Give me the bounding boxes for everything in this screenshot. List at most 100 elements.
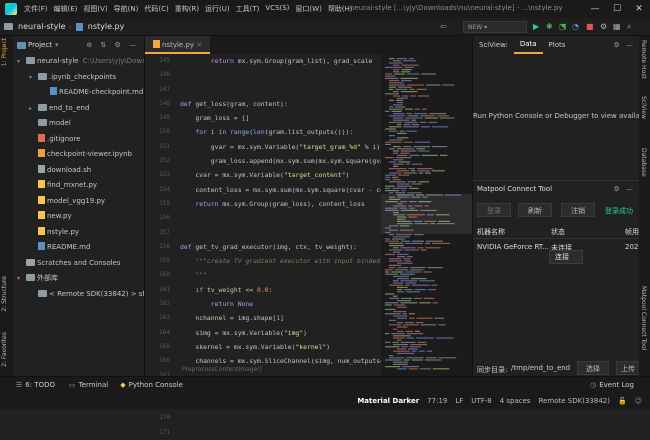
tool-tab-database[interactable]: Database bbox=[640, 148, 647, 177]
minimap-viewport[interactable] bbox=[381, 194, 473, 234]
close-icon[interactable]: ✕ bbox=[628, 0, 650, 18]
settings-icon[interactable]: ⚙ bbox=[600, 21, 607, 33]
line-number: 162 bbox=[159, 300, 170, 308]
indent-setting[interactable]: 4 spaces bbox=[496, 397, 535, 405]
minimap-line bbox=[425, 247, 441, 249]
stop-icon[interactable]: ■ bbox=[586, 21, 594, 33]
panel-settings-icon[interactable]: ⚙ — bbox=[613, 185, 635, 193]
line-number: 165 bbox=[159, 342, 170, 350]
minimap-line bbox=[431, 170, 445, 172]
tree-item[interactable]: README.md bbox=[13, 240, 144, 256]
tree-item[interactable]: ▾ 外部库 bbox=[13, 271, 144, 287]
menu-item[interactable]: VCS(S) bbox=[262, 4, 292, 14]
minimap-line bbox=[385, 238, 390, 240]
menu-item[interactable]: 文件(F) bbox=[21, 4, 51, 14]
tool-tab-terminal[interactable]: Terminal bbox=[79, 381, 109, 389]
notifications-icon[interactable]: ☺ bbox=[631, 397, 650, 405]
tree-item[interactable]: new.py bbox=[13, 209, 144, 225]
connect-context-menu-item[interactable]: 连接 bbox=[549, 250, 583, 264]
window-title: neural-style [...\yjy\Downloads\nu\neura… bbox=[350, 4, 563, 12]
close-tab-icon[interactable]: × bbox=[196, 41, 202, 49]
tree-item[interactable]: download.sh bbox=[13, 163, 144, 179]
sync-dir-field[interactable]: /tmp/end_to_end bbox=[509, 362, 574, 375]
minimap-line bbox=[414, 108, 420, 110]
minimap[interactable] bbox=[381, 54, 473, 376]
run-icon[interactable]: ▶ bbox=[533, 21, 539, 33]
minimize-icon[interactable]: — bbox=[584, 0, 606, 18]
layout-icon[interactable]: ▦ bbox=[613, 21, 621, 33]
maximize-icon[interactable]: ☐ bbox=[606, 0, 628, 18]
minimap-line bbox=[409, 154, 420, 156]
menu-item[interactable]: 重构(R) bbox=[172, 4, 202, 14]
menu-item[interactable]: 视图(V) bbox=[80, 4, 110, 14]
tool-tab-project[interactable]: 1: Project bbox=[1, 38, 8, 66]
tab-plots[interactable]: Plots bbox=[543, 41, 572, 49]
select-button[interactable]: 选择 bbox=[577, 361, 609, 375]
tool-tab-structure[interactable]: 2: Structure bbox=[1, 276, 8, 312]
tree-item[interactable]: Scratches and Consoles bbox=[13, 256, 144, 272]
file-encoding[interactable]: UTF-8 bbox=[467, 397, 495, 405]
minimap-line bbox=[401, 69, 412, 71]
chevron-down-icon[interactable]: ▾ bbox=[17, 271, 26, 287]
breadcrumb-file[interactable]: nstyle.py bbox=[85, 22, 128, 31]
tree-item[interactable]: checkpoint-viewer.ipynb bbox=[13, 147, 144, 163]
cursor-position[interactable]: 77:19 bbox=[423, 397, 451, 405]
minimap-line bbox=[397, 300, 411, 302]
tree-item[interactable]: model_vgg19.py bbox=[13, 194, 144, 210]
run-configuration-select[interactable]: NEW ▾ bbox=[463, 21, 527, 33]
tree-item[interactable]: .gitignore bbox=[13, 132, 144, 148]
menu-item[interactable]: 运行(U) bbox=[202, 4, 233, 14]
project-panel-title[interactable]: Project bbox=[28, 41, 52, 49]
tree-item[interactable]: ▾ .ipynb_checkpoints bbox=[13, 70, 144, 86]
menu-item[interactable]: 编辑(E) bbox=[51, 4, 81, 14]
chevron-down-icon[interactable]: ▾ bbox=[17, 54, 26, 70]
menu-item[interactable]: 窗口(W) bbox=[292, 4, 324, 14]
coverage-icon[interactable]: ⬔ bbox=[559, 21, 567, 33]
upload-button[interactable]: 上传 bbox=[616, 361, 640, 375]
debug-icon[interactable]: ✱ bbox=[546, 21, 553, 33]
panel-settings-icon[interactable]: ⚙ — bbox=[613, 41, 639, 49]
tool-tab-matpool[interactable]: Matpool Connect Tool bbox=[640, 286, 647, 350]
git-icon bbox=[38, 133, 45, 142]
editor-tab-nstyle[interactable]: nstyle.py × bbox=[145, 36, 211, 54]
menu-item[interactable]: 代码(C) bbox=[141, 4, 171, 14]
tree-item[interactable]: find_mxnet.py bbox=[13, 178, 144, 194]
structure-breadcrumb[interactable]: PreprocessContentImage() bbox=[145, 366, 472, 376]
panel-actions-icon[interactable]: ⊕ ⇅ ⚙ — bbox=[86, 41, 144, 49]
event-log-button[interactable]: Event Log bbox=[599, 381, 634, 389]
minimap-line bbox=[397, 267, 409, 269]
chevron-right-icon[interactable]: ▸ bbox=[29, 101, 38, 117]
chevron-down-icon[interactable]: ▾ bbox=[29, 70, 38, 86]
tree-item[interactable]: model bbox=[13, 116, 144, 132]
tab-data[interactable]: Data bbox=[513, 36, 543, 54]
menu-item[interactable]: 导航(N) bbox=[111, 4, 142, 14]
menu-item[interactable]: 工具(T) bbox=[233, 4, 263, 14]
logout-button[interactable]: 注销 bbox=[561, 203, 595, 217]
breadcrumb-project[interactable]: neural-style bbox=[15, 22, 69, 31]
tool-tab-remote-host[interactable]: Remote Host bbox=[640, 40, 647, 79]
minimap-line bbox=[397, 278, 409, 280]
tool-tab-todo[interactable]: 6: TODO bbox=[25, 381, 55, 389]
tree-item[interactable]: README-checkpoint.md bbox=[13, 85, 144, 101]
tool-tab-sciview[interactable]: SciView bbox=[640, 96, 647, 119]
lock-icon[interactable]: 🔓 bbox=[614, 397, 631, 405]
window-controls: — ☐ ✕ bbox=[584, 0, 650, 18]
interpreter-selector[interactable]: Remote SDK(33842) bbox=[535, 397, 614, 405]
minimap-line bbox=[400, 240, 410, 242]
login-button[interactable]: 登录 bbox=[477, 203, 511, 217]
tree-item[interactable]: < Remote SDK(33842) > sftp//... bbox=[13, 287, 144, 303]
tree-item[interactable]: ▸ end_to_end bbox=[13, 101, 144, 117]
theme-indicator[interactable]: Material Darker bbox=[353, 397, 423, 405]
tool-tab-python-console[interactable]: Python Console bbox=[129, 381, 183, 389]
search-icon[interactable]: ⌕ bbox=[627, 21, 631, 33]
back-icon[interactable]: ⇦ bbox=[440, 21, 447, 33]
line-separator[interactable]: LF bbox=[451, 397, 467, 405]
minimap-line bbox=[405, 242, 423, 244]
profile-icon[interactable]: ◔ bbox=[572, 21, 579, 33]
minimap-line bbox=[407, 84, 424, 86]
refresh-button[interactable]: 刷新 bbox=[518, 203, 552, 217]
tree-item[interactable]: ▾ neural-styleC:\Users\yjy\Downlo... bbox=[13, 54, 144, 70]
chevron-down-icon[interactable]: ▾ bbox=[55, 41, 59, 49]
tool-tab-favorites[interactable]: 2: Favorites bbox=[1, 332, 8, 367]
tree-item[interactable]: nstyle.py bbox=[13, 225, 144, 241]
